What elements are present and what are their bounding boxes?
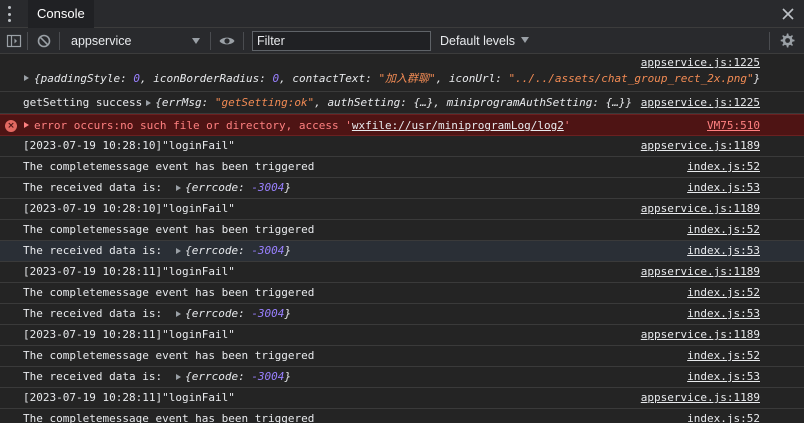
console-toolbar: appservice Default levels [0, 28, 804, 54]
log-message: The received data is: {errcode: -3004} [23, 307, 292, 320]
gear-icon[interactable] [778, 32, 796, 50]
log-message: The completemessage event has been trigg… [23, 160, 315, 173]
source-link[interactable]: appservice.js:1189 [641, 325, 760, 345]
toolbar-divider [59, 32, 60, 50]
context-select-value: appservice [71, 34, 132, 48]
toolbar-divider [769, 32, 770, 50]
context-select[interactable]: appservice [64, 30, 206, 52]
log-entry: The completemessage event has been trigg… [0, 157, 804, 178]
log-message: The received data is: {errcode: -3004} [23, 370, 292, 383]
more-options-icon[interactable] [6, 5, 12, 23]
source-link[interactable]: index.js:53 [687, 241, 760, 261]
log-entry: The received data is: {errcode: -3004} in… [0, 241, 804, 262]
log-levels-dropdown[interactable]: Default levels [440, 30, 530, 52]
source-link[interactable]: index.js:52 [687, 409, 760, 423]
chevron-down-icon [192, 38, 200, 44]
log-entry: appservice.js:1225 {paddingStyle: 0, ico… [0, 54, 804, 92]
log-message: [2023-07-19 10:28:10]"loginFail" [23, 202, 235, 215]
log-message: The received data is: {errcode: -3004} [23, 244, 292, 257]
source-link[interactable]: appservice.js:1225 [641, 93, 760, 113]
log-entry: The received data is: {errcode: -3004} in… [0, 178, 804, 199]
log-entry: [2023-07-19 10:28:11]"loginFail" appserv… [0, 325, 804, 346]
toolbar-divider [27, 32, 28, 50]
eye-icon[interactable] [218, 32, 236, 50]
log-message: [2023-07-19 10:28:11]"loginFail" [23, 328, 235, 341]
error-message: error occurs:no such file or directory, … [34, 119, 571, 132]
expand-triangle-icon[interactable] [176, 185, 182, 191]
log-entry: The completemessage event has been trigg… [0, 409, 804, 423]
tab-console[interactable]: Console [28, 0, 94, 28]
file-path-link[interactable]: wxfile://usr/miniprogramLog/log2 [352, 119, 564, 132]
drawer-tab-bar: Console [0, 0, 804, 28]
clear-console-icon[interactable] [35, 32, 53, 50]
expand-triangle-icon[interactable] [176, 248, 182, 254]
log-message: The completemessage event has been trigg… [23, 223, 315, 236]
log-message: [2023-07-19 10:28:10]"loginFail" [23, 139, 235, 152]
sidebar-toggle-icon[interactable] [5, 32, 23, 50]
close-icon[interactable] [779, 5, 797, 23]
source-link[interactable]: index.js:52 [687, 157, 760, 177]
log-object-preview[interactable]: {paddingStyle: 0, iconBorderRadius: 0, c… [34, 70, 760, 88]
expand-triangle-icon[interactable] [176, 374, 182, 380]
expand-triangle-icon[interactable] [146, 100, 152, 106]
source-link[interactable]: index.js:53 [687, 178, 760, 198]
source-link[interactable]: appservice.js:1225 [641, 55, 760, 71]
log-message: The completemessage event has been trigg… [23, 349, 315, 362]
source-link[interactable]: index.js:52 [687, 283, 760, 303]
log-entry: The received data is: {errcode: -3004} in… [0, 304, 804, 325]
log-message: getSetting success {errMsg: "getSetting:o… [23, 96, 633, 109]
log-levels-label: Default levels [440, 34, 516, 48]
log-message: The received data is: {errcode: -3004} [23, 181, 292, 194]
source-link[interactable]: index.js:52 [687, 220, 760, 240]
log-entry: The completemessage event has been trigg… [0, 283, 804, 304]
chevron-down-icon [521, 37, 530, 43]
console-messages: appservice.js:1225 {paddingStyle: 0, ico… [0, 54, 804, 423]
source-link[interactable]: VM75:510 [707, 116, 760, 136]
source-link[interactable]: index.js:52 [687, 346, 760, 366]
source-link[interactable]: appservice.js:1189 [641, 199, 760, 219]
toolbar-divider [210, 32, 211, 50]
log-message: The completemessage event has been trigg… [23, 412, 315, 423]
source-link[interactable]: appservice.js:1189 [641, 388, 760, 408]
log-message: [2023-07-19 10:28:11]"loginFail" [23, 265, 235, 278]
filter-input[interactable] [252, 31, 431, 51]
log-entry: The completemessage event has been trigg… [0, 346, 804, 367]
source-link[interactable]: appservice.js:1189 [641, 136, 760, 156]
log-entry: The completemessage event has been trigg… [0, 220, 804, 241]
source-link[interactable]: index.js:53 [687, 304, 760, 324]
log-message: The completemessage event has been trigg… [23, 286, 315, 299]
log-entry: The received data is: {errcode: -3004} in… [0, 367, 804, 388]
log-entry: [2023-07-19 10:28:10]"loginFail" appserv… [0, 136, 804, 157]
source-link[interactable]: index.js:53 [687, 367, 760, 387]
log-entry: getSetting success {errMsg: "getSetting:o… [0, 92, 804, 114]
log-entry: [2023-07-19 10:28:11]"loginFail" appserv… [0, 262, 804, 283]
expand-triangle-icon[interactable] [24, 75, 29, 81]
toolbar-divider [243, 32, 244, 50]
expand-triangle-icon[interactable] [176, 311, 182, 317]
log-entry: [2023-07-19 10:28:11]"loginFail" appserv… [0, 388, 804, 409]
log-message: [2023-07-19 10:28:11]"loginFail" [23, 391, 235, 404]
error-entry: × error occurs:no such file or directory… [0, 114, 804, 136]
source-link[interactable]: appservice.js:1189 [641, 262, 760, 282]
error-icon: × [5, 120, 17, 132]
log-entry: [2023-07-19 10:28:10]"loginFail" appserv… [0, 199, 804, 220]
expand-triangle-icon[interactable] [24, 122, 29, 128]
